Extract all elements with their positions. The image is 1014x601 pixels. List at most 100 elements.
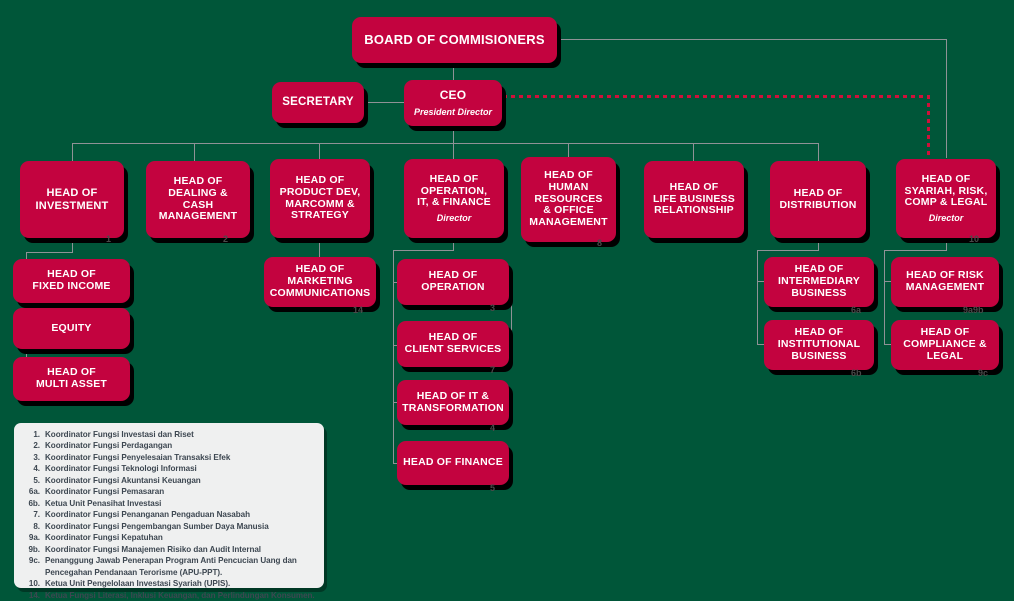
node-head-of-institutional-business-title: HEAD OF INSTITUTIONAL BUSINESS xyxy=(777,326,861,362)
legend-item-text: Koordinator Fungsi Investasi dan Riset xyxy=(45,430,194,439)
connector-bus-to-investment xyxy=(72,143,73,161)
node-board-of-commissioners-title: BOARD OF COMMISIONERS xyxy=(364,31,545,47)
node-head-of-investment-title: HEAD OF INVESTMENT xyxy=(35,187,109,212)
node-head-of-fixed-income-title: HEAD OF FIXED INCOME xyxy=(32,268,111,292)
node-head-of-life-business-relationship[interactable]: HEAD OF LIFE BUSINESS RELATIONSHIP xyxy=(644,161,744,238)
superscript-compliance-legal: 9c xyxy=(978,368,989,378)
connector-op-right-bracket xyxy=(511,282,512,345)
legend-item: 5. Koordinator Fungsi Akuntansi Keuangan xyxy=(20,475,316,486)
node-head-of-client-services-title: HEAD OF CLIENT SERVICES xyxy=(404,331,502,355)
node-head-of-intermediary-business-title: HEAD OF INTERMEDIARY BUSINESS xyxy=(778,263,860,299)
node-head-of-human-resources-title: HEAD OF HUMAN RESOURCES & OFFICE MANAGEMENT xyxy=(529,169,608,229)
legend-item: 10. Ketua Unit Pengelolaan Investasi Syar… xyxy=(20,578,316,589)
node-head-of-operation-it-finance[interactable]: HEAD OF OPERATION, IT, & FINANCE Director xyxy=(404,159,504,238)
superscript-client-services: 7 xyxy=(490,365,496,375)
legend-item-number: 6b. xyxy=(28,498,40,508)
node-head-of-fixed-income[interactable]: HEAD OF FIXED INCOME xyxy=(13,259,130,303)
superscript-risk-management: 9a9b xyxy=(963,305,984,315)
connector-op-elbow xyxy=(393,250,454,251)
connector-ceo-syariah-dotted-vertical xyxy=(927,95,930,158)
legend-item-number: 7. xyxy=(33,510,40,520)
superscript-institutional: 6b xyxy=(851,368,862,378)
connector-bus-to-operation-it-finance xyxy=(453,143,454,159)
node-head-of-product-dev[interactable]: HEAD OF PRODUCT DEV, MARCOMM & STRATEGY xyxy=(270,159,370,238)
node-head-of-institutional-business[interactable]: HEAD OF INSTITUTIONAL BUSINESS xyxy=(764,320,874,370)
node-head-of-finance-title: HEAD OF FINANCE xyxy=(403,456,503,469)
node-head-of-risk-management-title: HEAD OF RISK MANAGEMENT xyxy=(905,269,985,293)
node-head-of-compliance-legal-title: HEAD OF COMPLIANCE & LEGAL xyxy=(903,326,987,362)
legend-item: 8. Koordinator Fungsi Pengembangan Sumber… xyxy=(20,521,316,532)
legend-item: 7. Koordinator Fungsi Penanganan Pengadua… xyxy=(20,509,316,520)
node-head-of-distribution-title: HEAD OF DISTRIBUTION xyxy=(779,186,857,211)
legend-item-text: Koordinator Fungsi Pengembangan Sumber D… xyxy=(45,521,269,531)
node-head-of-distribution[interactable]: HEAD OF DISTRIBUTION xyxy=(770,161,866,238)
connector-product-dev-to-marketing xyxy=(319,238,320,257)
connector-distribution-drop xyxy=(818,238,819,250)
legend-item-text: Koordinator Fungsi Akuntansi Keuangan xyxy=(45,475,201,485)
superscript-it-transformation: 4 xyxy=(490,423,496,433)
node-ceo[interactable]: CEO President Director xyxy=(404,80,502,126)
legend-item: 14. Ketua Fungsi Literasi, Inklusi Keuang… xyxy=(20,590,316,601)
node-head-of-operation[interactable]: HEAD OF OPERATION xyxy=(397,259,509,305)
legend-item: 4. Koordinator Fungsi Teknologi Informasi xyxy=(20,463,316,474)
legend-item-number: 6a. xyxy=(28,487,40,497)
legend-item-text: Ketua Unit Pengelolaan Investasi Syariah… xyxy=(45,579,231,589)
legend-item: 2. Koordinator Fungsi Perdagangan xyxy=(20,440,316,451)
node-equity[interactable]: EQUITY xyxy=(13,308,130,349)
connector-ceo-syariah-dotted-horizontal xyxy=(503,95,930,98)
superscript-intermediary: 6a xyxy=(851,305,862,315)
legend-item-number: 14. xyxy=(28,590,40,600)
node-secretary[interactable]: SECRETARY xyxy=(272,82,364,123)
connector-syariah-elbow xyxy=(884,250,947,251)
legend-item-number: 9b. xyxy=(28,544,40,554)
connector-distribution-spine xyxy=(757,250,758,345)
node-head-of-compliance-legal[interactable]: HEAD OF COMPLIANCE & LEGAL xyxy=(891,320,999,370)
node-head-of-operation-it-finance-subtitle: Director xyxy=(436,213,472,224)
superscript-marketing: 14 xyxy=(353,305,364,315)
legend-item-text: Ketua Unit Penasihat Investasi xyxy=(45,498,162,508)
node-head-of-risk-management[interactable]: HEAD OF RISK MANAGEMENT xyxy=(891,257,999,307)
node-ceo-subtitle: President Director xyxy=(413,106,493,117)
superscript-investment: 1 xyxy=(106,234,112,244)
legend-item-text: Koordinator Fungsi Penyelesaian Transaks… xyxy=(45,452,231,462)
node-head-of-syariah-risk-comp-legal-title: HEAD OF SYARIAH, RISK, COMP & LEGAL xyxy=(904,172,988,209)
node-head-of-client-services[interactable]: HEAD OF CLIENT SERVICES xyxy=(397,321,509,367)
connector-op-drop xyxy=(453,238,454,250)
legend-item-number: 3. xyxy=(33,452,40,462)
node-head-of-operation-it-finance-title: HEAD OF OPERATION, IT, & FINANCE xyxy=(417,172,491,209)
connector-board-to-syariah-vertical xyxy=(946,39,947,158)
legend-item: 9b. Koordinator Fungsi Manajemen Risiko d… xyxy=(20,544,316,555)
node-head-of-finance[interactable]: HEAD OF FINANCE xyxy=(397,441,509,485)
legend-panel: 1. Koordinator Fungsi Investasi dan Riset… xyxy=(14,423,324,600)
legend-item: 9c. Penanggung Jawab Penerapan Program An… xyxy=(20,555,316,578)
connector-syariah-spine xyxy=(884,250,885,345)
superscript-finance: 5 xyxy=(490,483,496,493)
legend-item: 6a. Koordinator Fungsi Pemasaran xyxy=(20,486,316,497)
legend-item: 1. Koordinator Fungsi Investasi dan Riset xyxy=(20,429,316,440)
node-head-of-it-transformation[interactable]: HEAD OF IT & TRANSFORMATION xyxy=(397,380,509,425)
node-head-of-marketing-communications[interactable]: HEAD OF MARKETING COMMUNICATIONS xyxy=(264,257,376,307)
legend-list: 1. Koordinator Fungsi Investasi dan Riset… xyxy=(20,429,316,601)
legend-item-text: Koordinator Fungsi Penanganan Pengaduan … xyxy=(45,510,250,520)
superscript-operation: 3 xyxy=(490,303,496,313)
connector-syariah-drop xyxy=(946,238,947,250)
node-head-of-multi-asset[interactable]: HEAD OF MULTI ASSET xyxy=(13,357,130,401)
node-head-of-human-resources[interactable]: HEAD OF HUMAN RESOURCES & OFFICE MANAGEMENT xyxy=(521,157,616,242)
legend-item-number: 4. xyxy=(33,464,40,474)
legend-item-number: 5. xyxy=(33,475,40,485)
node-head-of-investment[interactable]: HEAD OF INVESTMENT xyxy=(20,161,124,238)
connector-bus-to-life-business xyxy=(693,143,694,161)
legend-item-text: Ketua Fungsi Literasi, Inklusi Keuangan,… xyxy=(45,590,315,600)
connector-department-bus xyxy=(72,143,819,144)
legend-item-number: 9c. xyxy=(28,556,40,566)
connector-investment-drop xyxy=(72,238,73,252)
legend-item-number: 9a. xyxy=(28,533,40,543)
node-head-of-operation-title: HEAD OF OPERATION xyxy=(421,269,485,293)
node-head-of-syariah-risk-comp-legal[interactable]: HEAD OF SYARIAH, RISK, COMP & LEGAL Direct… xyxy=(896,159,996,238)
superscript-dealing: 2 xyxy=(223,234,229,244)
node-head-of-dealing-cash-management[interactable]: HEAD OF DEALING & CASH MANAGEMENT xyxy=(146,161,250,238)
node-head-of-intermediary-business[interactable]: HEAD OF INTERMEDIARY BUSINESS xyxy=(764,257,874,307)
legend-item-text: Penanggung Jawab Penerapan Program Anti … xyxy=(45,556,297,577)
node-board-of-commissioners[interactable]: BOARD OF COMMISIONERS xyxy=(352,17,557,63)
node-head-of-dealing-cash-management-title: HEAD OF DEALING & CASH MANAGEMENT xyxy=(158,175,238,223)
